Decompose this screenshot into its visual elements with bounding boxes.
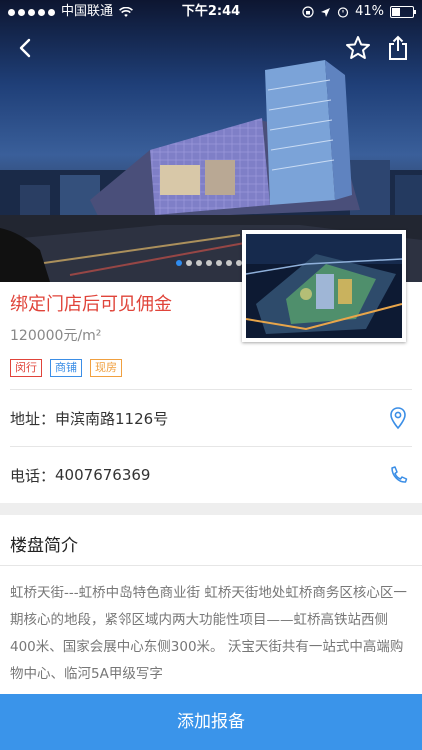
phone-icon[interactable] [388, 463, 408, 487]
divider [0, 565, 422, 566]
commission-notice: 绑定门店后可见佣金 [10, 294, 172, 315]
phone-row[interactable]: 电话： 4007676369 [10, 447, 412, 503]
carousel-dot[interactable] [176, 260, 182, 266]
back-button[interactable] [12, 34, 40, 62]
location-pin-icon[interactable] [388, 406, 408, 430]
rotation-lock-icon [302, 6, 314, 18]
battery-icon [390, 6, 416, 18]
address-label: 地址： [10, 409, 56, 428]
intro-title: 楼盘简介 [10, 536, 78, 556]
alarm-icon [337, 7, 349, 18]
unit-price: 120000元/m² [10, 328, 102, 344]
phone-value: 4007676369 [55, 466, 151, 484]
tag-status: 现房 [90, 359, 122, 377]
location-arrow-icon [321, 7, 331, 17]
aerial-image [246, 234, 402, 338]
status-bar: 中国联通 下午2:44 41% [0, 0, 422, 24]
add-report-button[interactable]: 添加报备 [0, 694, 422, 750]
tag-district: 闵行 [10, 359, 42, 377]
tag-property-type: 商铺 [50, 359, 82, 377]
aerial-thumbnail[interactable] [242, 230, 406, 342]
tag-list: 闵行 商铺 现房 [10, 359, 122, 377]
phone-label: 电话： [10, 466, 56, 485]
section-gap [0, 503, 422, 515]
carousel-dot[interactable] [206, 260, 212, 266]
carousel-dot[interactable] [226, 260, 232, 266]
intro-text: 虹桥天街---虹桥中岛特色商业街 虹桥天街地处虹桥商务区核心区一期核心的地段，紧… [10, 585, 407, 682]
battery-percentage: 41% [355, 4, 384, 19]
carousel-dot[interactable] [186, 260, 192, 266]
share-button[interactable] [384, 34, 412, 62]
address-row[interactable]: 地址： 申滨南路1126号 [10, 390, 412, 446]
address-value: 申滨南路1126号 [55, 409, 169, 428]
carousel-dot[interactable] [216, 260, 222, 266]
carousel-dot[interactable] [196, 260, 202, 266]
favorite-star-button[interactable] [344, 34, 372, 62]
